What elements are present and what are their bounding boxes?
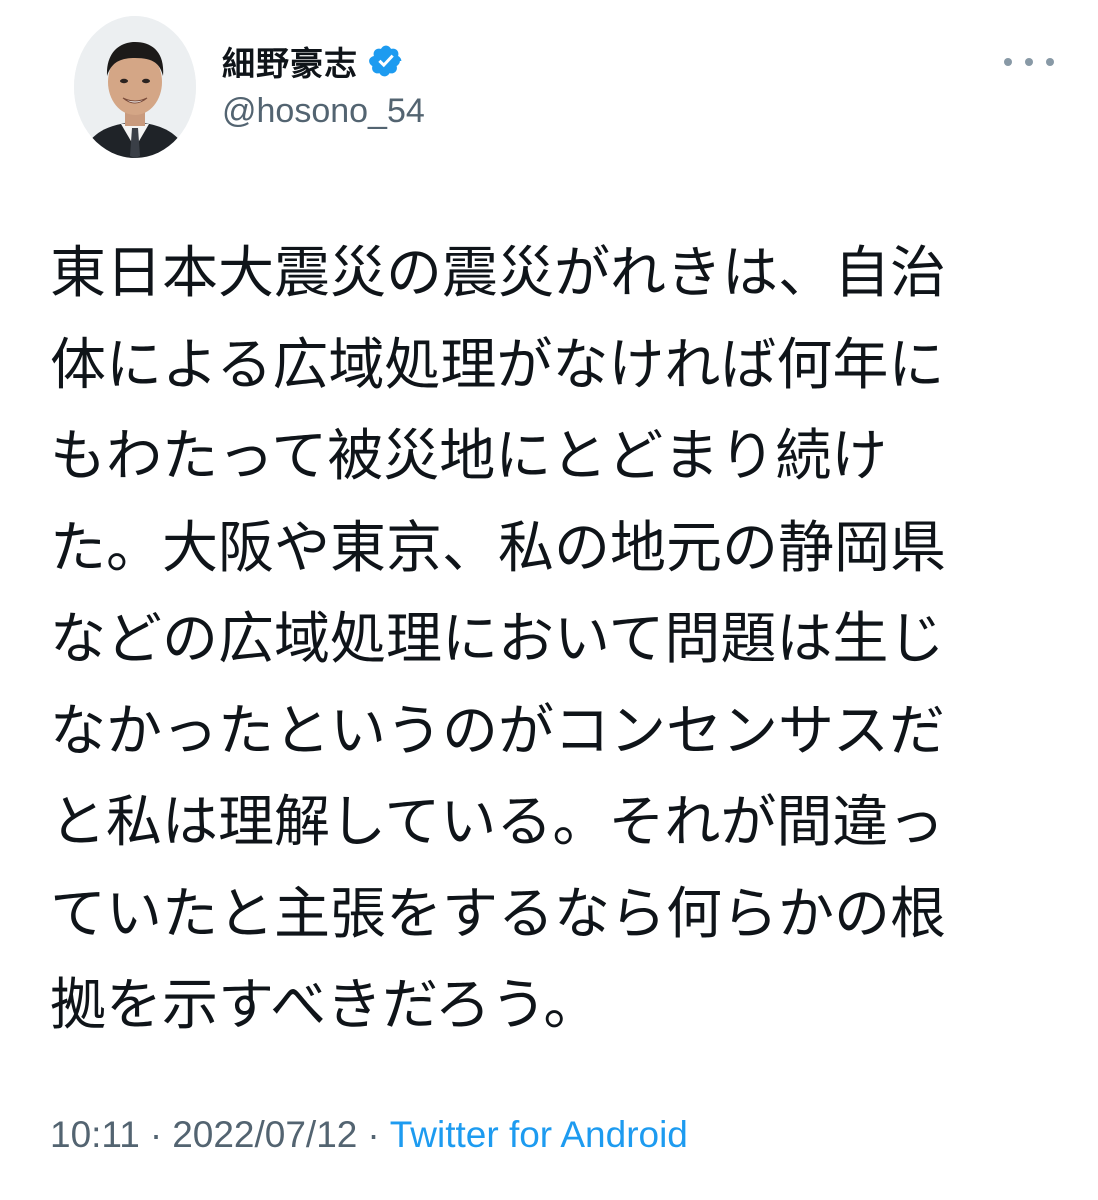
user-handle[interactable]: @hosono_54: [222, 92, 425, 131]
avatar[interactable]: [74, 16, 196, 158]
tweet-text-line: なかったというのがコンセンサスだ: [50, 698, 945, 764]
more-dot: [1025, 58, 1033, 66]
name-row: 細野豪志: [222, 36, 404, 86]
tweet-source-link[interactable]: Twitter for Android: [390, 1114, 688, 1156]
tweet-card: 細野豪志 @hosono_54 東日本大震災の震災がれきは、自治 体による広域処…: [0, 0, 1098, 1200]
tweet-date[interactable]: 2022/07/12: [172, 1114, 357, 1156]
tweet-text-line: 東日本大震災の震災がれきは、自治: [50, 241, 946, 306]
meta-separator: ·: [367, 1114, 380, 1155]
tweet-text-line: ていたと主張をするなら何らかの根: [50, 881, 946, 947]
meta-separator: ·: [149, 1114, 163, 1155]
tweet-text-line: 拠を示すべきだろう。: [50, 973, 600, 1038]
tweet-time[interactable]: 10:11: [50, 1114, 140, 1156]
tweet-text: 東日本大震災の震災がれきは、自治 体による広域処理がなければ何年に もわたって被…: [50, 228, 1030, 1052]
more-horizontal-icon[interactable]: [1004, 50, 1054, 74]
tweet-meta: 10:11 · 2022/07/12 · Twitter for Android: [50, 1114, 688, 1156]
avatar-image: [74, 16, 196, 158]
more-dot: [1004, 58, 1012, 66]
verified-badge-icon: [368, 43, 404, 79]
tweet-text-line: と私は理解している。それが間違っ: [50, 790, 945, 855]
tweet-text-line: もわたって被災地にとどまり続け: [50, 424, 888, 489]
tweet-text-line: などの広域処理において問題は生じ: [50, 607, 945, 672]
tweet-text-line: 体による広域処理がなければ何年に: [50, 332, 945, 398]
tweet-text-line: た。大阪や東京、私の地元の静岡県: [50, 515, 946, 581]
more-dot: [1046, 58, 1054, 66]
display-name[interactable]: 細野豪志: [222, 37, 358, 85]
